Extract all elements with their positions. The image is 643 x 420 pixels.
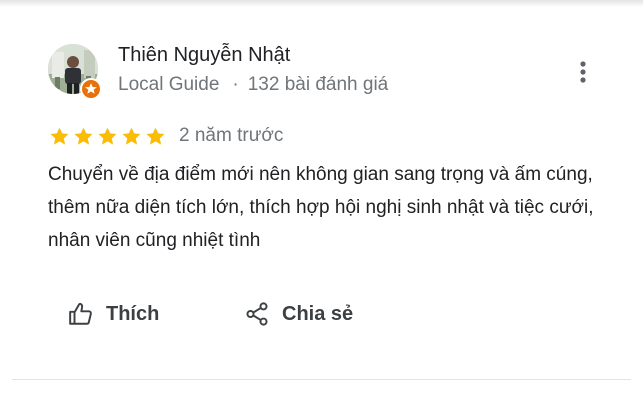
star-icon	[98, 127, 117, 145]
reviewer-name[interactable]: Thiên Nguyễn Nhật	[118, 44, 290, 67]
more-vert-icon	[580, 61, 586, 83]
review-count: 132 bài đánh giá	[247, 74, 389, 95]
review-text: Chuyển về địa điểm mới nên không gian sa…	[48, 164, 594, 251]
meta-separator: ·	[232, 74, 239, 95]
bottom-divider	[12, 379, 631, 380]
like-button[interactable]: Thích	[68, 295, 159, 333]
star-icon	[122, 127, 141, 145]
share-button[interactable]: Chia sẻ	[244, 295, 353, 333]
more-options-button[interactable]	[568, 56, 598, 88]
local-guide-badge-icon	[80, 78, 102, 100]
share-label: Chia sẻ	[282, 302, 354, 325]
review-card: Thiên Nguyễn Nhật Local Guide · 132 bài đá…	[0, 0, 643, 420]
rating-row: 2 năm trước	[49, 122, 283, 150]
star-icon	[74, 127, 93, 145]
star-icon	[50, 127, 69, 145]
like-label: Thích	[106, 302, 160, 325]
reviewer-meta: Local Guide · 132 bài đánh giá	[118, 74, 388, 96]
top-divider	[0, 0, 643, 7]
thumb-up-icon	[69, 302, 92, 325]
star-icon	[146, 127, 165, 145]
share-icon	[246, 302, 268, 326]
review-date: 2 năm trước	[179, 125, 284, 146]
reviewer-avatar[interactable]	[48, 44, 102, 100]
local-guide-label: Local Guide	[118, 74, 220, 95]
star-rating	[49, 126, 166, 147]
